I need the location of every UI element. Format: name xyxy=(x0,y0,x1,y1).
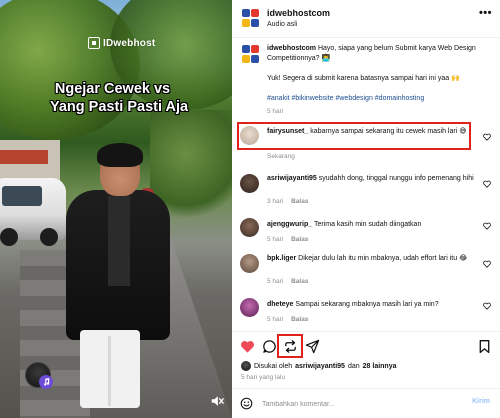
comment-body: syudahh dong, tinggal nunggu info pemena… xyxy=(318,175,474,182)
comment-time: 5 hari xyxy=(267,278,284,285)
comment-avatar[interactable] xyxy=(240,254,259,273)
heart-icon[interactable] xyxy=(240,339,255,354)
comment-input[interactable] xyxy=(262,398,462,410)
liker-avatar[interactable] xyxy=(241,361,251,371)
video-title-line: Ngejar Cewek vs xyxy=(54,81,171,97)
comment-like-heart-icon[interactable] xyxy=(483,180,491,188)
comment-username[interactable]: asriwijayanti95 xyxy=(267,175,317,182)
reply-button[interactable]: Balas xyxy=(291,198,308,205)
video-person-pants xyxy=(80,330,140,408)
audio-label[interactable]: Audio asli xyxy=(267,21,297,28)
comment-body: Terima kasih min sudah diingatkan xyxy=(313,221,422,228)
profile-username[interactable]: idwebhostcom xyxy=(267,8,330,18)
post-comment-button[interactable]: Kirim xyxy=(472,398,490,405)
caption-cta: Yuk! Segera di submit karena batasnya sa… xyxy=(267,75,460,82)
idwebhost-logo-icon xyxy=(88,37,100,49)
likes-prefix: Disukai oleh xyxy=(254,362,293,370)
car-window xyxy=(2,186,42,206)
reply-button[interactable]: Balas xyxy=(291,316,308,323)
highlight-box-repost xyxy=(277,334,303,358)
video-watermark-text: IDwebhost xyxy=(103,37,156,49)
comment-meta-label: Sekarang xyxy=(267,153,295,160)
comment-time: 3 hari xyxy=(267,198,284,205)
post-header: idwebhostcom Audio asli ••• xyxy=(232,0,500,38)
car-wheel xyxy=(40,228,58,246)
comment-time: 5 hari xyxy=(267,316,284,323)
post-detail-panel: idwebhostcom Audio asli ••• idwebhostcom… xyxy=(232,0,500,418)
comment-like-heart-icon[interactable] xyxy=(483,133,491,141)
share-icon[interactable] xyxy=(305,339,320,354)
caption-hashtags[interactable]: #anakit #bikinwebsite #webdesign #domain… xyxy=(267,94,487,104)
likes-joiner: dan xyxy=(347,362,360,370)
comment-avatar[interactable] xyxy=(240,218,259,237)
comment-meta: 5 hari Balas xyxy=(267,316,308,323)
caption-avatar[interactable] xyxy=(242,45,260,63)
comment-body: Sampai sekarang mbaknya masih lari ya mi… xyxy=(295,301,439,308)
comment-text: asriwijayanti95 syudahh dong, tinggal nu… xyxy=(267,174,477,184)
comment-avatar[interactable] xyxy=(240,298,259,317)
reply-button[interactable]: Balas xyxy=(291,278,308,285)
highlight-box-comment xyxy=(237,122,471,150)
comment-username[interactable]: bpk.liger xyxy=(267,255,296,262)
bookmark-icon[interactable] xyxy=(477,339,492,354)
comment-username[interactable]: dheteye xyxy=(267,301,293,308)
comment-text: ajenggwurip_ Terima kasih min sudah diin… xyxy=(267,220,477,230)
comment-time: 5 hari xyxy=(267,236,284,243)
likes-others[interactable]: 28 lainnya xyxy=(363,363,397,370)
comment-username[interactable]: ajenggwurip_ xyxy=(267,221,312,228)
video-overlay-title: Ngejar Cewek vs Yang Pasti Pasti Aja xyxy=(50,80,189,116)
post-timestamp: 5 hari yang lalu xyxy=(241,374,286,381)
likes-summary: Disukai oleh asriwijayanti95 dan 28 lain… xyxy=(241,361,397,371)
comment-like-heart-icon[interactable] xyxy=(483,302,491,310)
caption-time: 5 hari xyxy=(267,108,284,115)
comment-text: bpk.liger Dikejar dulu lah itu min mbakn… xyxy=(267,254,477,264)
comment-like-heart-icon[interactable] xyxy=(483,222,491,230)
more-icon[interactable]: ••• xyxy=(479,7,492,19)
likes-user[interactable]: asriwijayanti95 xyxy=(295,363,345,370)
video-person-shirt xyxy=(108,196,130,286)
comment-text: dheteye Sampai sekarang mbaknya masih la… xyxy=(267,300,477,310)
comment-meta: 5 hari Balas xyxy=(267,278,308,285)
app-root: IDwebhost Ngejar Cewek vs Yang Pasti Pas… xyxy=(0,0,500,418)
comment-avatar[interactable] xyxy=(240,174,259,193)
post-action-bar xyxy=(232,331,500,359)
caption-username[interactable]: idwebhostcom xyxy=(267,45,316,52)
post-caption: idwebhostcom Hayo, siapa yang belum Subm… xyxy=(267,44,487,117)
reel-video[interactable]: IDwebhost Ngejar Cewek vs Yang Pasti Pas… xyxy=(0,0,232,418)
comment-meta: 5 hari Balas xyxy=(267,236,308,243)
car-wheel xyxy=(0,228,18,246)
video-person-hair xyxy=(97,143,143,167)
video-title-line: Yang Pasti Pasti Aja xyxy=(50,99,189,115)
profile-avatar[interactable] xyxy=(242,9,260,27)
music-badge-icon xyxy=(39,375,53,389)
comment-like-heart-icon[interactable] xyxy=(483,260,491,268)
comment-icon[interactable] xyxy=(262,339,277,354)
video-watermark-logo: IDwebhost xyxy=(88,37,155,49)
emoji-icon[interactable] xyxy=(240,397,253,410)
comment-composer: Kirim xyxy=(232,388,500,418)
reply-button[interactable]: Balas xyxy=(291,236,308,243)
comment-meta: Sekarang xyxy=(267,153,295,160)
comment-meta: 3 hari Balas xyxy=(267,198,308,205)
video-awning xyxy=(0,150,48,164)
comment-body: Dikejar dulu lah itu min mbaknya, udah e… xyxy=(298,255,468,262)
mute-icon[interactable] xyxy=(210,394,224,408)
caption-paragraph: idwebhostcom Hayo, siapa yang belum Subm… xyxy=(267,44,487,64)
video-car xyxy=(0,178,66,246)
